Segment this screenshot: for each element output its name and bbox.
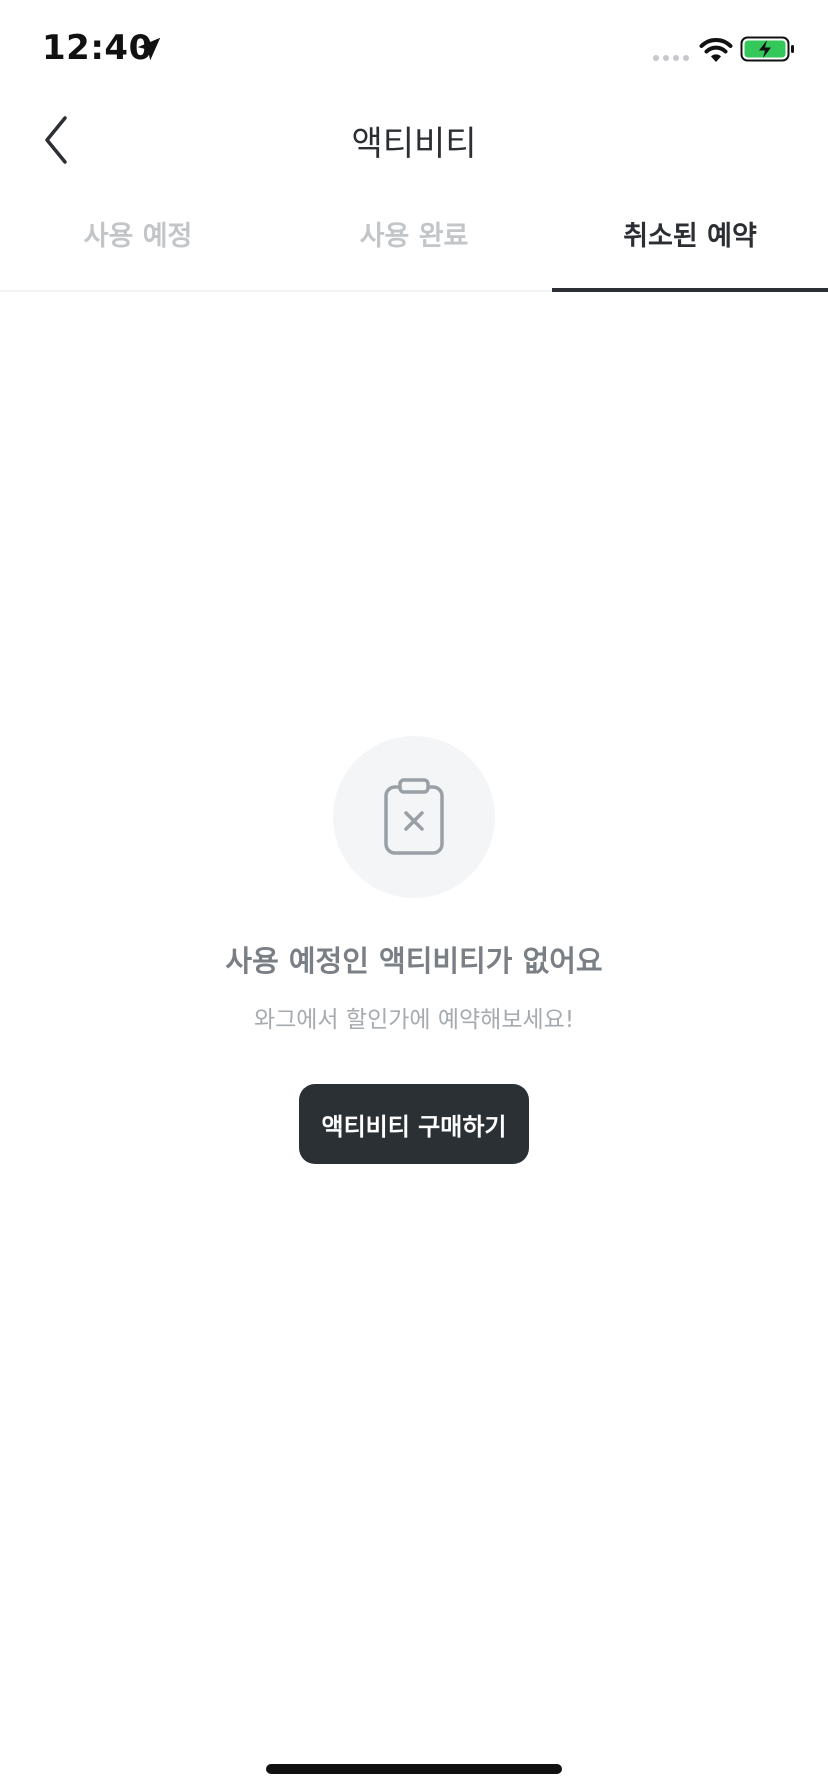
location-arrow-icon: [137, 37, 161, 61]
empty-state-title: 사용 예정인 액티비티가 없어요: [225, 944, 603, 978]
tab-cancelled[interactable]: 취소된 예약: [552, 196, 828, 292]
tab-upcoming-label: 사용 예정: [83, 221, 193, 252]
cellular-signal-icon: [653, 55, 689, 61]
buy-activity-button[interactable]: 액티비티 구매하기: [299, 1084, 529, 1164]
empty-state: 사용 예정인 액티비티가 없어요 와그에서 할인가에 예약해보세요! 액티비티 …: [0, 736, 828, 1164]
tab-bar: 사용 예정 사용 완료 취소된 예약: [0, 196, 828, 292]
empty-state-icon-circle: [333, 736, 495, 898]
empty-state-subtitle: 와그에서 할인가에 예약해보세요!: [253, 1007, 575, 1033]
navigation-bar: 액티비티: [0, 100, 828, 180]
active-tab-indicator: [552, 288, 828, 292]
tab-upcoming[interactable]: 사용 예정: [0, 196, 276, 292]
status-bar: 12:40: [0, 0, 828, 100]
tab-cancelled-label: 취소된 예약: [623, 221, 757, 252]
tab-completed-label: 사용 완료: [359, 221, 469, 252]
buy-activity-button-label: 액티비티 구매하기: [321, 1112, 507, 1141]
battery-charging-icon: [740, 36, 794, 62]
page-title: 액티비티: [351, 124, 477, 164]
clipboard-x-icon: [384, 778, 444, 855]
wifi-icon: [699, 38, 733, 62]
tab-completed[interactable]: 사용 완료: [276, 196, 552, 292]
home-indicator[interactable]: [266, 1764, 562, 1774]
